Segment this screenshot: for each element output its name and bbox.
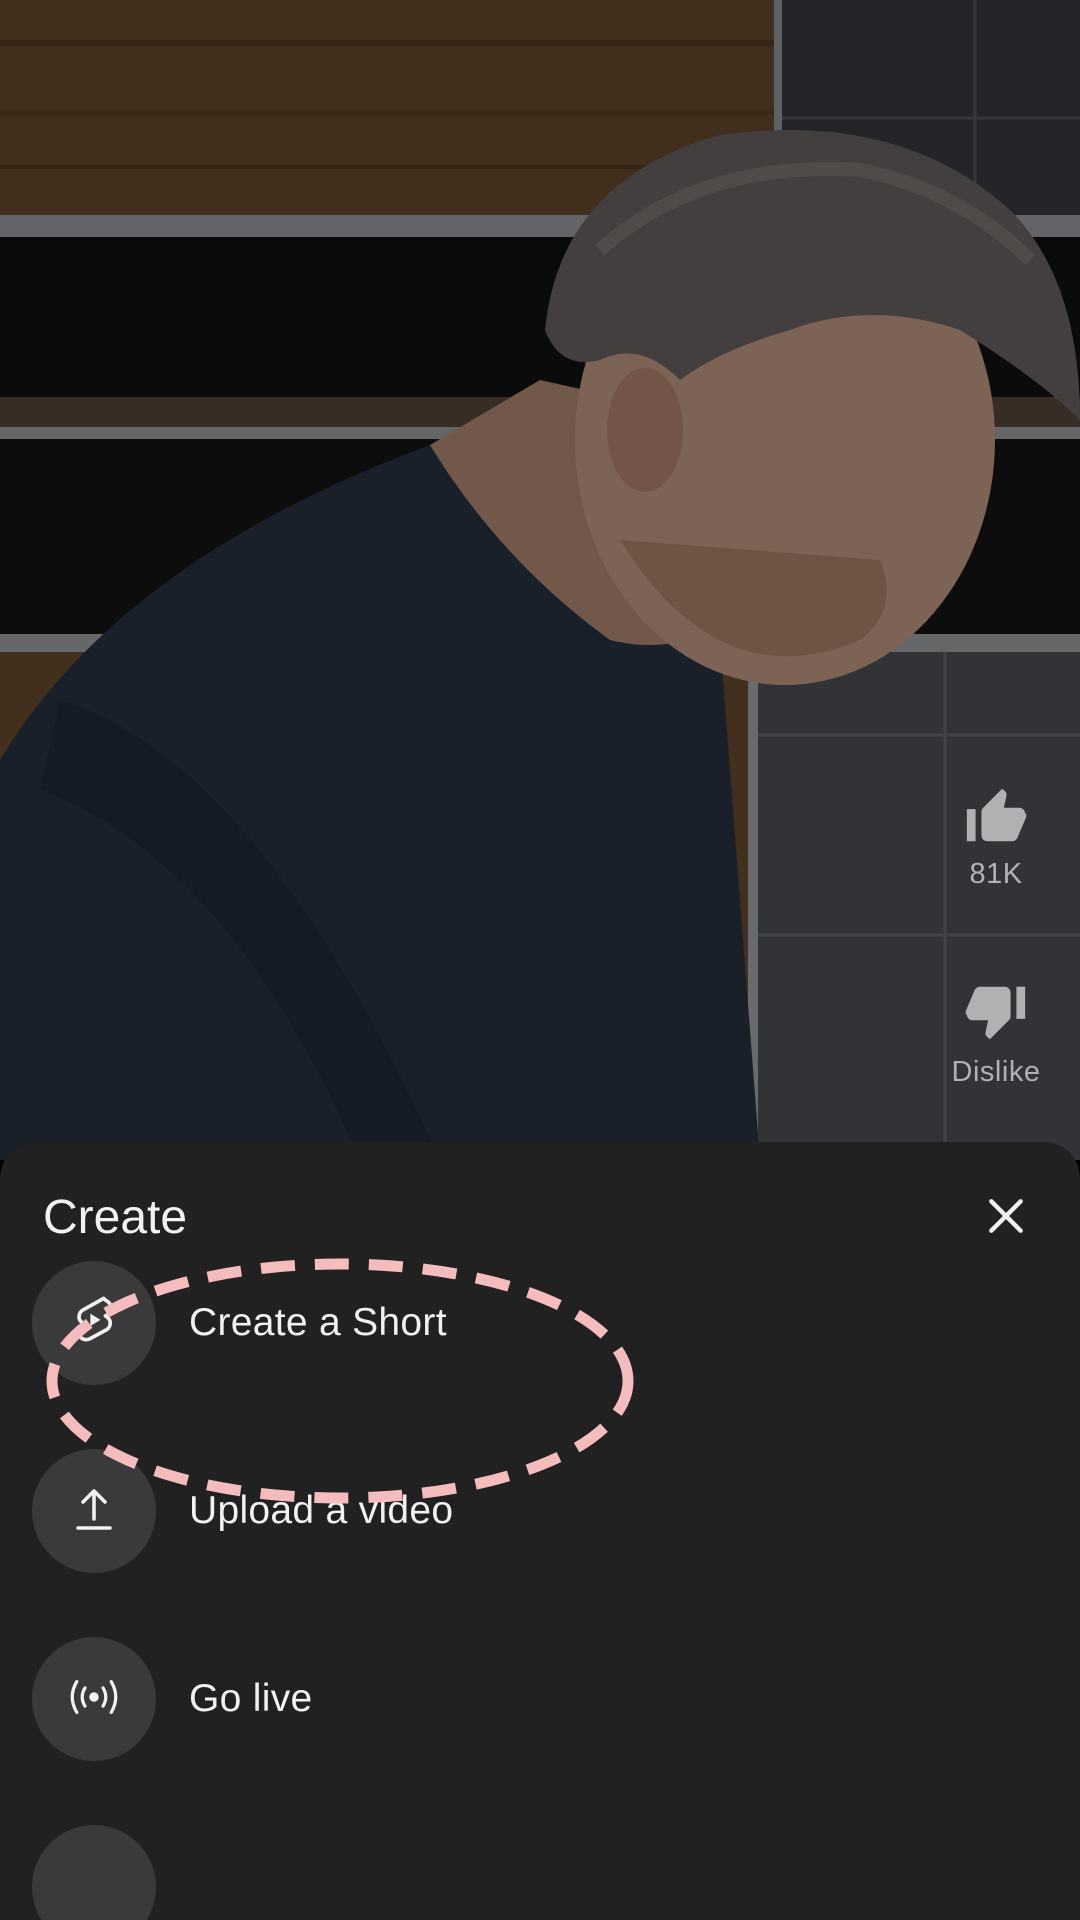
upload-icon-circle	[32, 1449, 156, 1573]
upload-icon	[72, 1485, 116, 1538]
menu-item-label: Create a Short	[189, 1301, 447, 1344]
thumbs-up-icon	[926, 780, 1066, 850]
menu-item-create-short[interactable]: Create a Short	[0, 1248, 1080, 1398]
shorts-icon	[68, 1293, 120, 1354]
menu-item-upload-video[interactable]: Upload a video	[0, 1436, 1080, 1586]
screen: 81K Dislike Create Create a Short Upload…	[0, 0, 1080, 1920]
menu-item-partial[interactable]	[0, 1812, 1080, 1920]
like-button[interactable]: 81K	[926, 780, 1066, 891]
like-count: 81K	[969, 858, 1023, 890]
dislike-button[interactable]: Dislike	[926, 978, 1066, 1089]
live-icon-circle	[32, 1637, 156, 1761]
dislike-label: Dislike	[951, 1056, 1041, 1088]
menu-item-go-live[interactable]: Go live	[0, 1624, 1080, 1774]
live-broadcast-icon	[65, 1675, 123, 1724]
close-icon	[984, 1194, 1028, 1243]
menu-item-label: Go live	[189, 1677, 313, 1720]
sheet-title: Create	[43, 1191, 188, 1244]
menu-item-label: Upload a video	[189, 1489, 454, 1532]
shorts-icon-circle	[32, 1261, 156, 1385]
close-button[interactable]	[970, 1182, 1042, 1254]
thumbs-down-icon	[926, 978, 1066, 1048]
video-frame[interactable]	[0, 0, 1080, 1160]
create-bottom-sheet: Create Create a Short Upload a video Go …	[0, 1142, 1080, 1920]
unknown-icon	[32, 1825, 156, 1920]
video-frame-image	[0, 0, 1080, 1160]
